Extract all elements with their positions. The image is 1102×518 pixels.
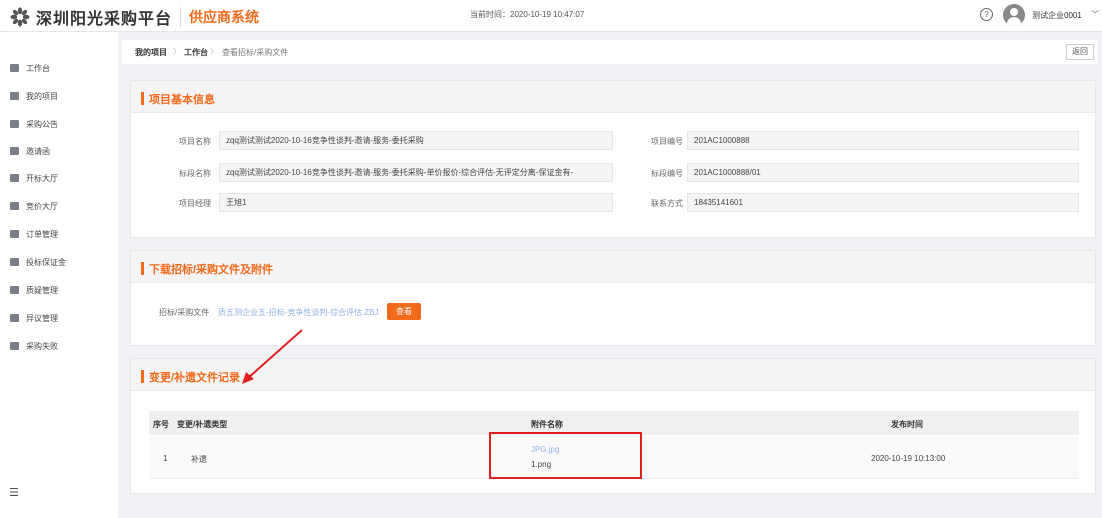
row-index: 1	[163, 454, 168, 463]
highlight-box	[489, 432, 642, 479]
sidebar-item-invitations[interactable]: 邀请函	[10, 143, 50, 159]
sidebar-item-deposit[interactable]: 投标保证金	[10, 254, 66, 270]
section-name-field: zqq测试测试2020-10-16竞争性谈判-邀请-服务-委托采购-单价报价-综…	[219, 163, 613, 182]
sidebar-item-label: 工作台	[26, 63, 50, 73]
logo[interactable]: 深圳阳光采购平台 供应商系统	[10, 5, 259, 29]
question-icon	[10, 286, 19, 294]
section-no-field: 201AC1000888/01	[687, 163, 1079, 182]
download-panel: 下载招标/采购文件及附件 招标/采购文件 质五测企业五-招标-竞争性谈判-综合评…	[130, 250, 1096, 346]
manager-label: 项目经理	[179, 199, 211, 208]
mail-icon	[10, 147, 19, 155]
section-no-label: 标段编号	[651, 169, 683, 178]
contact-label: 联系方式	[651, 199, 683, 208]
breadcrumb-workbench[interactable]: 工作台	[184, 47, 208, 58]
current-time: 当前时间：2020-10-19 10:47:07	[470, 10, 585, 19]
sidebar-item-bidding-hall[interactable]: 竞价大厅	[10, 198, 58, 214]
project-info-panel: 项目基本信息 项目名称 zqq测试测试2020-10-16竞争性谈判-邀请-服务…	[130, 80, 1096, 238]
panel-header: 下载招标/采购文件及附件	[131, 251, 1095, 283]
sidebar-item-objections[interactable]: 异议管理	[10, 310, 58, 326]
sidebar-item-label: 采购失败	[26, 341, 58, 351]
file-label: 招标/采购文件	[159, 308, 210, 317]
column-header-type: 变更/补遗类型	[177, 420, 228, 429]
row-publish-time: 2020-10-19 10:13:00	[871, 454, 946, 463]
sidebar-item-label: 竞价大厅	[26, 201, 58, 211]
column-header-index: 序号	[153, 420, 169, 429]
folder-icon	[10, 92, 19, 100]
objection-icon	[10, 314, 19, 322]
project-no-label: 项目编号	[651, 137, 683, 146]
breadcrumb-separator: 〉	[210, 47, 218, 56]
order-icon	[10, 230, 19, 238]
contact-field: 18435141601	[687, 193, 1079, 212]
bid-icon	[10, 202, 19, 210]
panel-title: 项目基本信息	[149, 94, 215, 106]
panel-header: 变更/补遗文件记录	[131, 359, 1095, 391]
fail-icon	[10, 342, 19, 350]
panel-title: 下载招标/采购文件及附件	[149, 264, 274, 276]
project-name-label: 项目名称	[179, 137, 211, 146]
sidebar-item-label: 投标保证金	[26, 257, 66, 267]
sidebar-item-workbench[interactable]: 工作台	[10, 60, 50, 76]
breadcrumb: 我的项目 〉 工作台 〉 查看招标/采购文件 返回	[122, 40, 1098, 64]
sidebar-item-orders[interactable]: 订单管理	[10, 226, 58, 242]
menu-collapse-icon[interactable]: ☰	[9, 486, 19, 499]
avatar[interactable]	[1003, 4, 1025, 26]
help-icon[interactable]: ?	[980, 8, 993, 21]
column-header-time: 发布时间	[891, 420, 923, 429]
view-button[interactable]: 查看	[387, 303, 421, 320]
workbench-icon	[10, 64, 19, 72]
chevron-down-icon[interactable]: ﹀	[1091, 9, 1099, 20]
deposit-icon	[10, 258, 19, 266]
sidebar-item-failed[interactable]: 采购失败	[10, 338, 58, 354]
column-header-attachment: 附件名称	[531, 420, 563, 429]
sidebar-item-label: 质疑管理	[26, 285, 58, 295]
project-no-field: 201AC1000888	[687, 131, 1079, 150]
row-type: 补遗	[191, 455, 207, 464]
sidebar-item-label: 异议管理	[26, 313, 58, 323]
sunflower-logo-icon	[10, 7, 30, 27]
sidebar-item-my-projects[interactable]: 我的项目	[10, 88, 58, 104]
user-name[interactable]: 测试企业0001	[1032, 10, 1082, 21]
sidebar-item-label: 订单管理	[26, 229, 58, 239]
file-download-link[interactable]: 质五测企业五-招标-竞争性谈判-综合评估.ZBJ	[218, 307, 378, 318]
cart-icon	[10, 120, 19, 128]
panel-header: 项目基本信息	[131, 81, 1095, 113]
sidebar-item-questions[interactable]: 质疑管理	[10, 282, 58, 298]
sidebar-item-bid-opening[interactable]: 开标大厅	[10, 170, 58, 186]
sidebar: 工作台 我的项目 采购公告 邀请函 开标大厅 竞价大厅 订单管理 投标保证金 质…	[0, 32, 118, 518]
back-button[interactable]: 返回	[1066, 44, 1094, 60]
top-header: 深圳阳光采购平台 供应商系统 当前时间：2020-10-19 10:47:07 …	[0, 0, 1102, 32]
breadcrumb-current: 查看招标/采购文件	[222, 48, 289, 57]
accent-bar	[141, 92, 144, 105]
sidebar-item-label: 开标大厅	[26, 173, 58, 183]
manager-field: 王旭1	[219, 193, 613, 212]
system-name: 供应商系统	[180, 7, 259, 27]
panel-title: 变更/补遗文件记录	[149, 372, 241, 384]
accent-bar	[141, 262, 144, 275]
sidebar-item-announcements[interactable]: 采购公告	[10, 116, 58, 132]
platform-name: 深圳阳光采购平台	[36, 11, 173, 28]
breadcrumb-separator: 〉	[173, 47, 181, 56]
project-name-field: zqq测试测试2020-10-16竞争性谈判-邀请-服务-委托采购	[219, 131, 613, 150]
sidebar-item-label: 邀请函	[26, 146, 50, 156]
sidebar-item-label: 我的项目	[26, 91, 58, 101]
accent-bar	[141, 370, 144, 383]
bank-icon	[10, 174, 19, 182]
section-name-label: 标段名称	[179, 169, 211, 178]
breadcrumb-my-projects[interactable]: 我的项目	[135, 47, 167, 58]
sidebar-item-label: 采购公告	[26, 119, 58, 129]
